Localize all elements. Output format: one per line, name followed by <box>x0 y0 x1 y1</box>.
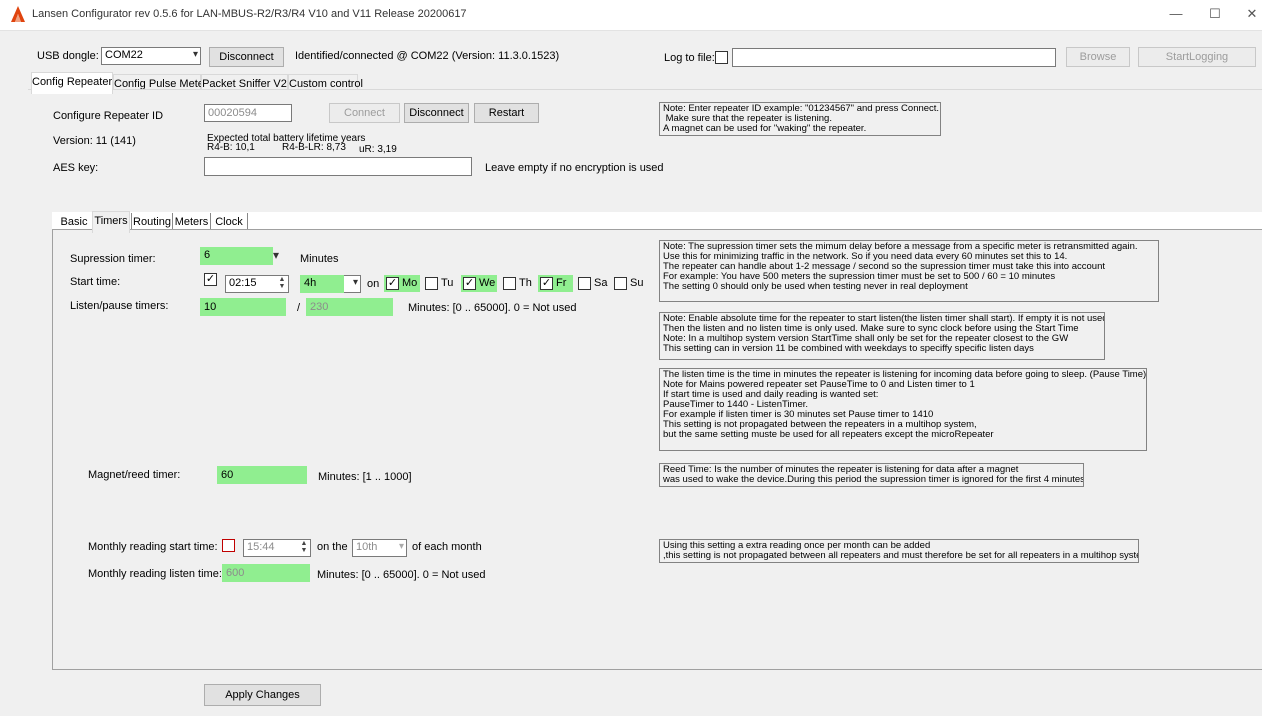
aes-key-input[interactable] <box>204 157 472 176</box>
listen-timer-input[interactable] <box>200 298 286 316</box>
battery-ur: uR: 3,19 <box>359 144 397 155</box>
weekday-label: Sa <box>594 277 608 289</box>
monthly-listen-input[interactable] <box>222 564 310 582</box>
restart-button[interactable]: Restart <box>474 103 539 123</box>
log-to-file-label: Log to file: <box>664 52 715 64</box>
monthly-note: Using this setting a extra reading once … <box>659 539 1139 563</box>
browse-button[interactable]: Browse <box>1066 47 1130 67</box>
battery-r4blr: R4-B-LR: 8,73 <box>282 142 346 153</box>
start-interval-value: 4h <box>304 277 317 289</box>
weekday-label: Fr <box>556 277 567 289</box>
window-title: Lansen Configurator rev 0.5.6 for LAN-MB… <box>32 8 467 20</box>
start-time-input[interactable]: 02:15 ▲ ▼ <box>225 275 289 293</box>
monthly-listen-label: Monthly reading listen time: <box>88 568 222 580</box>
apply-changes-button[interactable]: Apply Changes <box>204 684 321 706</box>
log-file-path-field[interactable] <box>732 48 1056 67</box>
supression-timer-select[interactable]: 6 <box>200 247 273 265</box>
chevron-down-icon: ▾ <box>352 277 358 288</box>
chevron-down-icon: ▾ <box>192 49 198 60</box>
repeater-id-input[interactable] <box>204 104 292 122</box>
weekday-checkbox[interactable] <box>578 277 591 290</box>
start-time-value: 02:15 <box>229 277 257 289</box>
tab-timers[interactable]: Timers <box>92 211 130 233</box>
weekday-mo[interactable]: ✓ Mo <box>384 275 420 292</box>
monthly-day-value: 10th <box>356 541 378 553</box>
monthly-listen-hint: Minutes: [0 .. 65000]. 0 = Not used <box>317 569 486 581</box>
close-button[interactable]: ✕ <box>1242 6 1262 22</box>
pause-timer-input[interactable] <box>306 298 393 316</box>
on-the-label: on the <box>317 541 348 553</box>
version-text: Version: 11 (141) <box>53 135 136 147</box>
of-each-month-label: of each month <box>412 541 482 553</box>
listen-time-note: The listen time is the time in minutes t… <box>659 368 1147 451</box>
weekday-checkbox[interactable]: ✓ <box>463 277 476 290</box>
slash-separator: / <box>297 302 301 314</box>
start-interval-select[interactable]: 4h <box>300 275 345 293</box>
supression-unit-label: Minutes <box>300 253 339 265</box>
aes-key-hint: Leave empty if no encryption is used <box>485 162 664 174</box>
spinner-icon[interactable]: ▲ ▼ <box>299 540 309 556</box>
weekday-checkbox[interactable] <box>425 277 438 290</box>
chevron-down-icon: ▾ <box>398 541 404 552</box>
start-interval-dropdown[interactable]: ▾ <box>344 275 361 293</box>
weekday-checkbox[interactable] <box>614 277 627 290</box>
log-to-file-checkbox[interactable] <box>715 51 728 64</box>
weekday-tu[interactable]: Tu <box>423 275 458 292</box>
aes-key-label: AES key: <box>53 162 99 174</box>
supression-note: Note: The supression timer sets the mimu… <box>659 240 1159 302</box>
monthly-start-label: Monthly reading start time: <box>88 541 218 553</box>
magnet-timer-label: Magnet/reed timer: <box>88 469 181 481</box>
monthly-time-input[interactable]: 15:44 ▲ ▼ <box>243 539 311 557</box>
repeater-disconnect-button[interactable]: Disconnect <box>404 103 469 123</box>
weekday-we[interactable]: ✓ We <box>461 275 497 292</box>
title-bar: Lansen Configurator rev 0.5.6 for LAN-MB… <box>0 0 1262 31</box>
chevron-down-icon[interactable]: ▾ <box>273 248 279 262</box>
usb-dongle-label: USB dongle: <box>37 50 99 62</box>
start-time-note: Note: Enable absolute time for the repea… <box>659 312 1105 360</box>
supression-timer-value: 6 <box>204 249 211 261</box>
weekday-label: Th <box>519 277 532 289</box>
weekday-label: We <box>479 277 496 289</box>
minimize-button[interactable]: — <box>1166 6 1186 21</box>
on-label: on <box>367 278 380 290</box>
monthly-day-select[interactable]: 10th ▾ <box>352 539 407 557</box>
toolbar-disconnect-button[interactable]: Disconnect <box>209 47 284 67</box>
weekday-sa[interactable]: Sa <box>576 275 609 292</box>
start-logging-button[interactable]: StartLogging <box>1138 47 1256 67</box>
monthly-time-value: 15:44 <box>247 541 275 553</box>
battery-r4b: R4-B: 10,1 <box>207 142 255 153</box>
listen-pause-hint: Minutes: [0 .. 65000]. 0 = Not used <box>408 302 577 314</box>
maximize-button[interactable]: ☐ <box>1205 6 1225 22</box>
magnet-timer-hint: Minutes: [1 .. 1000] <box>318 471 412 483</box>
monthly-start-checkbox[interactable] <box>222 539 235 552</box>
app-logo-icon <box>11 6 25 22</box>
spinner-icon[interactable]: ▲ ▼ <box>277 276 287 292</box>
reed-time-note: Reed Time: Is the number of minutes the … <box>659 463 1084 487</box>
weekday-label: Mo <box>402 277 418 289</box>
supression-timer-label: Supression timer: <box>70 253 156 265</box>
configure-repeater-label: Configure Repeater ID <box>53 110 164 122</box>
connection-status: Identified/connected @ COM22 (Version: 1… <box>295 50 560 62</box>
listen-pause-label: Listen/pause timers: <box>70 300 169 312</box>
usb-dongle-select[interactable]: COM22 ▾ <box>101 47 201 65</box>
magnet-timer-input[interactable] <box>217 466 307 484</box>
weekday-checkbox[interactable] <box>503 277 516 290</box>
tab-config-repeater[interactable]: Config Repeater <box>31 72 113 94</box>
usb-dongle-value: COM22 <box>105 49 143 61</box>
weekday-label: Tu <box>441 277 454 289</box>
weekday-checkbox[interactable]: ✓ <box>386 277 399 290</box>
weekday-checkbox[interactable]: ✓ <box>540 277 553 290</box>
repeater-connect-button[interactable]: Connect <box>329 103 400 123</box>
weekday-th[interactable]: Th <box>501 275 535 292</box>
weekday-su[interactable]: Su <box>612 275 644 292</box>
start-time-checkbox[interactable]: ✓ <box>204 273 217 286</box>
repeater-id-note: Note: Enter repeater ID example: "012345… <box>659 102 941 136</box>
start-time-label: Start time: <box>70 276 121 288</box>
weekday-label: Su <box>630 277 644 289</box>
weekday-fr[interactable]: ✓ Fr <box>538 275 573 292</box>
